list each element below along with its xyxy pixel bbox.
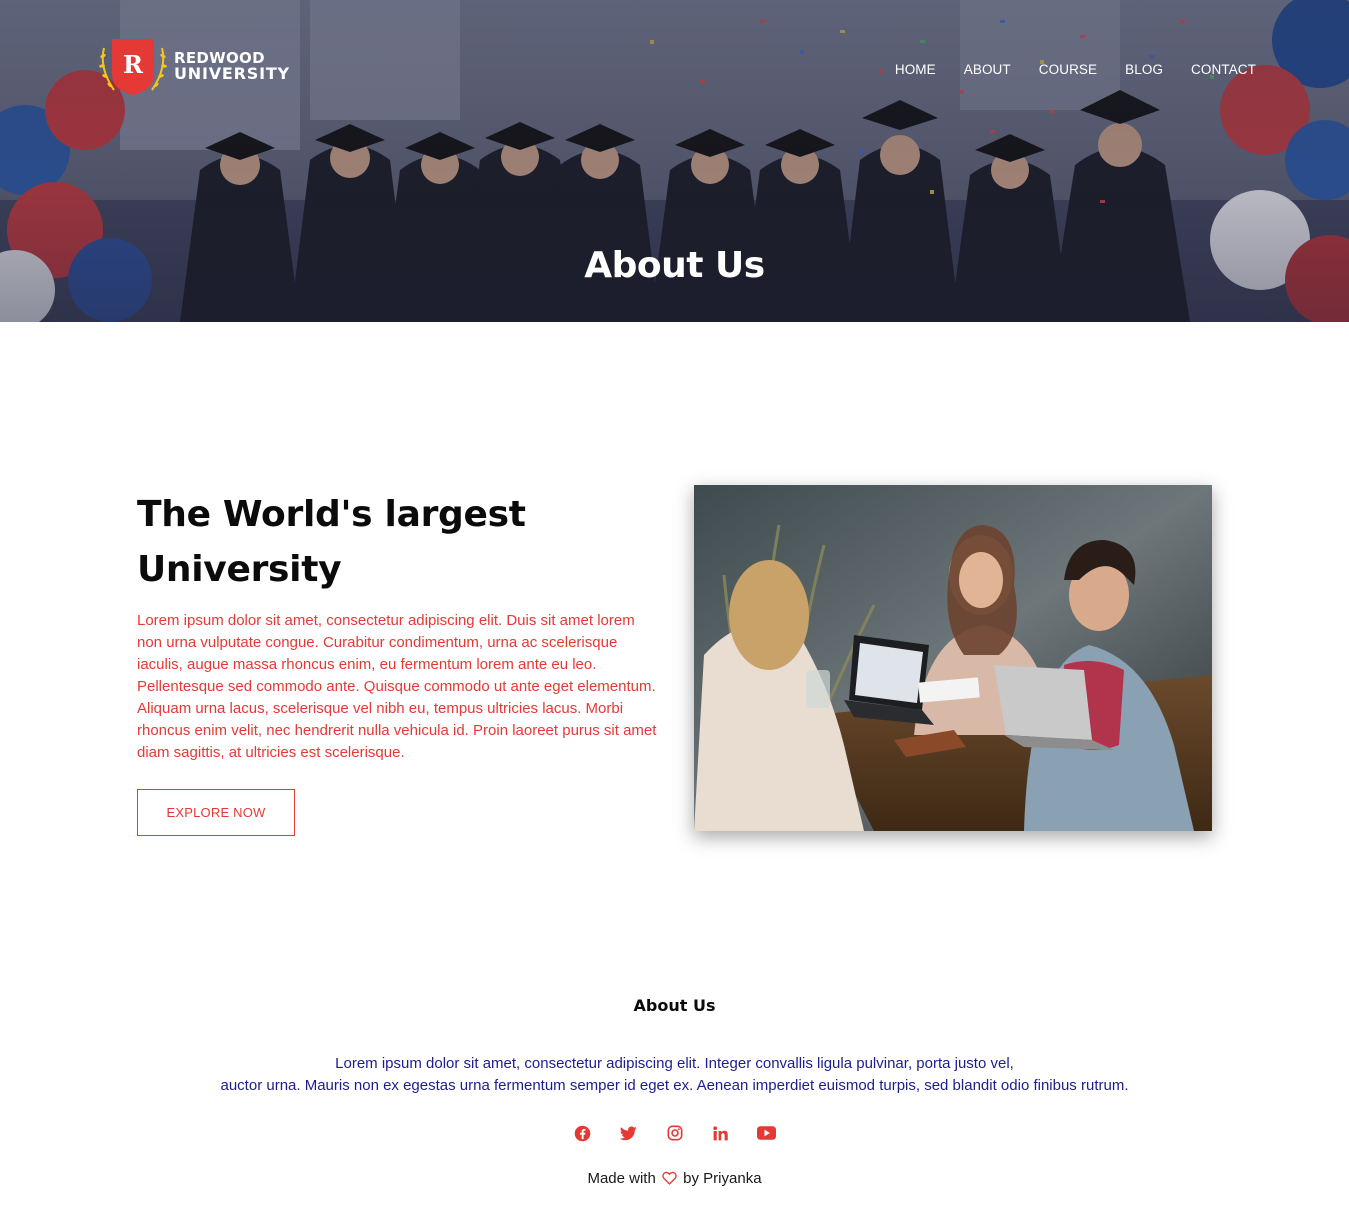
brand-name-line2: UNIVERSITY (174, 64, 290, 83)
made-with-credit: Made with by Priyanka (0, 1170, 1349, 1187)
main-nav: HOME ABOUT COURSE BLOG CONTACT (895, 62, 1256, 77)
linkedin-icon[interactable] (711, 1123, 731, 1143)
footer-text-line2: auctor urna. Mauris non ex egestas urna … (220, 1077, 1129, 1094)
nav-home[interactable]: HOME (895, 62, 936, 77)
made-with-prefix: Made with (587, 1170, 656, 1187)
facebook-icon[interactable] (573, 1123, 593, 1143)
feature-body: Lorem ipsum dolor sit amet, consectetur … (137, 612, 657, 761)
twitter-icon[interactable] (619, 1123, 639, 1143)
nav-blog[interactable]: BLOG (1125, 62, 1163, 77)
footer-text-line1: Lorem ipsum dolor sit amet, consectetur … (335, 1055, 1014, 1072)
students-photo (694, 485, 1212, 831)
nav-contact[interactable]: CONTACT (1191, 62, 1256, 77)
footer-text: Lorem ipsum dolor sit amet, consectetur … (0, 1053, 1349, 1097)
footer-title: About Us (633, 996, 716, 1015)
made-with-suffix: by Priyanka (683, 1170, 762, 1187)
explore-now-button[interactable]: EXPLORE NOW (137, 789, 295, 836)
hero-banner: R REDWOOD UNIVERSITY HOME ABOUT COURSE B… (0, 0, 1349, 322)
nav-about[interactable]: ABOUT (964, 62, 1011, 77)
youtube-icon[interactable] (757, 1123, 777, 1143)
logo-letter: R (123, 50, 144, 79)
heart-icon (662, 1171, 677, 1185)
instagram-icon[interactable] (665, 1123, 685, 1143)
feature-heading-line1: The World's largest (137, 494, 526, 535)
nav-course[interactable]: COURSE (1039, 62, 1097, 77)
feature-heading: The World's largest University (137, 487, 617, 597)
feature-heading-line2: University (137, 549, 342, 590)
social-links (0, 1123, 1349, 1143)
university-logo[interactable]: R REDWOOD UNIVERSITY (98, 36, 290, 96)
hero-title: About Us (584, 245, 765, 286)
crest-icon: R (99, 39, 167, 95)
